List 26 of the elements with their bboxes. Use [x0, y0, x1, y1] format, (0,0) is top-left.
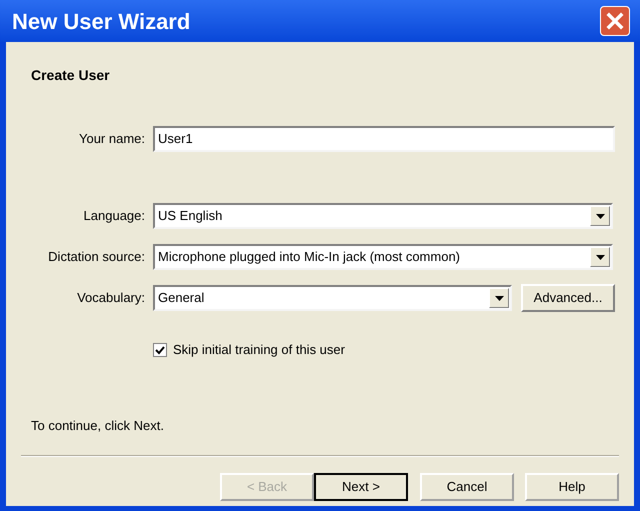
field-label: Dictation source:	[47, 248, 146, 266]
field-label: Language:	[82, 207, 146, 226]
dropdown[interactable]: General	[153, 285, 512, 311]
field-label: Your name:	[78, 130, 146, 148]
dropdown[interactable]: US English	[153, 203, 613, 229]
dropdown[interactable]: Microphone plugged into Mic-In jack (most common)	[153, 244, 613, 270]
window-title: New User Wizard	[12, 8, 190, 36]
dropdown-arrow-icon	[596, 214, 604, 218]
close-button[interactable]	[600, 6, 630, 36]
dropdown-button[interactable]	[590, 206, 610, 226]
dropdown-button[interactable]	[590, 247, 610, 267]
wizard-button[interactable]: Next >	[314, 472, 408, 500]
checkmark-icon	[155, 346, 165, 354]
instruction-text: To continue, click Next.	[31, 418, 164, 433]
dropdown-arrow-icon	[596, 254, 604, 260]
advanced-button[interactable]: Advanced...	[521, 284, 615, 312]
page-heading: Create User	[31, 67, 110, 83]
wizard-button[interactable]: Cancel	[420, 472, 514, 500]
checkbox-label: Skip initial training of this user	[173, 341, 345, 360]
name-input-field[interactable]: User1	[153, 126, 615, 152]
close-icon	[606, 12, 624, 30]
wizard-button[interactable]: Help	[525, 472, 619, 500]
dropdown-arrow-icon	[494, 296, 504, 300]
checkbox[interactable]	[153, 343, 167, 357]
field-label: Vocabulary:	[76, 289, 146, 308]
dropdown-button[interactable]	[489, 288, 509, 308]
